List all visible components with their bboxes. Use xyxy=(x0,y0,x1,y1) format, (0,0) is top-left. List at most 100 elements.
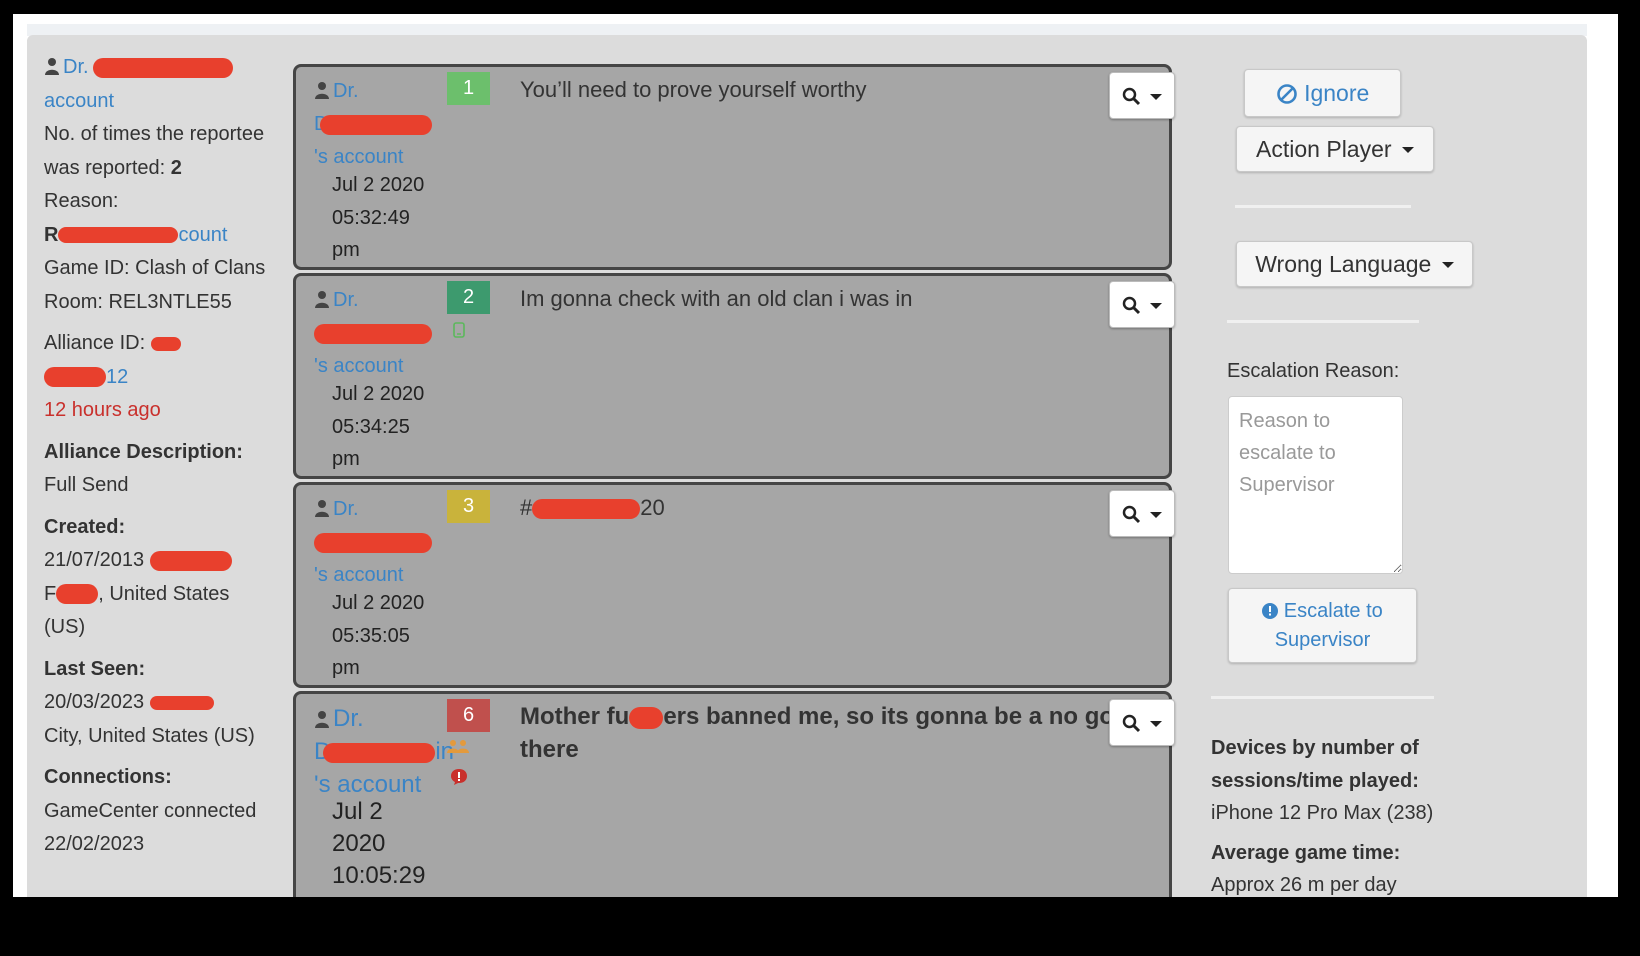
escalation-reason-input[interactable] xyxy=(1228,396,1403,574)
ignore-label: Ignore xyxy=(1304,80,1370,106)
redaction xyxy=(532,499,641,520)
reportee-info: Dr. account No. of times the reportee wa… xyxy=(44,51,274,862)
message-author[interactable]: Dr. 's account xyxy=(314,284,444,383)
message-date: Jul 2 2020 05:32:49 pm xyxy=(332,169,442,267)
frame-bottom-edge xyxy=(0,897,1640,956)
ignore-button[interactable]: Ignore xyxy=(1244,69,1401,117)
message-date: Jul 2 2020 05:34:25 pm xyxy=(332,378,442,476)
message-date-day: Jul 2 xyxy=(332,798,383,825)
chevron-down-icon xyxy=(1150,721,1162,727)
alliance-id-link[interactable]: 12 xyxy=(106,366,128,388)
created-label: Created: xyxy=(44,515,126,538)
reportee-name-prefix[interactable]: Dr. xyxy=(63,56,89,78)
mobile-device-icon xyxy=(453,322,465,338)
message-author[interactable]: Dr. 's account xyxy=(314,493,444,592)
search-icon xyxy=(1122,296,1141,315)
redaction xyxy=(323,742,436,763)
exclamation-icon xyxy=(1262,603,1279,619)
message-date: Jul 2 2020 05:35:05 pm xyxy=(332,587,442,685)
person-icon xyxy=(315,291,329,308)
message-date-day: Jul 2 2020 xyxy=(332,592,425,614)
action-player-dropdown[interactable]: Action Player xyxy=(1236,126,1434,172)
chevron-down-icon xyxy=(1401,147,1414,153)
last-seen-value: 20/03/2023 xyxy=(44,686,274,720)
inspect-dropdown-button[interactable] xyxy=(1109,699,1175,746)
avg-time-label: Average game time: xyxy=(1211,841,1401,864)
escalate-label-2: Supervisor xyxy=(1274,629,1371,651)
search-icon xyxy=(1122,87,1141,106)
divider xyxy=(1211,696,1434,699)
alliance-desc-label: Alliance Description: xyxy=(44,440,243,463)
devices-value: iPhone 12 Pro Max (238) xyxy=(1211,802,1434,824)
redaction xyxy=(44,367,106,388)
chat-message: Dr. 's account Jul 2 2020 05:34:25 pm 2 … xyxy=(293,273,1175,479)
message-text: Mother fu ers banned me, so its gonna be … xyxy=(520,700,1120,766)
redaction xyxy=(629,706,664,729)
message-date-time: 05:35:05 xyxy=(332,624,410,647)
created-location: F, United States (US) xyxy=(44,578,274,645)
escalate-label-1: Escalate to xyxy=(1283,600,1383,622)
times-reported-label: No. of times the reportee was reported: xyxy=(44,123,265,179)
person-icon xyxy=(315,82,329,99)
chevron-down-icon xyxy=(1441,262,1454,268)
author-prefix[interactable]: Dr. xyxy=(333,289,359,311)
message-author[interactable]: Dr. Du 's account xyxy=(314,75,444,174)
alliance-id-value[interactable]: 12 xyxy=(44,361,274,395)
message-number-badge: 2 xyxy=(447,281,490,314)
game-id: Game ID: Clash of Clans xyxy=(44,257,266,279)
message-text: #20 xyxy=(520,491,1120,524)
message-date-year: 2020 xyxy=(332,830,386,857)
reportee-account-link[interactable]: account xyxy=(44,85,274,119)
connections-label: Connections: xyxy=(44,766,172,788)
inspect-dropdown-button[interactable] xyxy=(1109,490,1175,537)
redaction xyxy=(58,227,179,244)
message-date-day: Jul 2 2020 xyxy=(332,383,425,405)
reason-link[interactable]: count xyxy=(178,224,227,246)
message-text-suffix: 20 xyxy=(640,495,665,520)
message-date-ampm: pm xyxy=(332,448,360,470)
message-number-badge: 1 xyxy=(447,72,490,105)
created-value: 21/07/2013 xyxy=(44,544,274,578)
message-date-time: 05:32:49 xyxy=(332,206,410,229)
reason-start: R xyxy=(44,223,59,246)
author-prefix[interactable]: Dr. xyxy=(333,705,364,732)
redaction xyxy=(149,695,214,710)
message-text: Im gonna check with an old clan i was in xyxy=(520,286,913,311)
message-text-prefix: # xyxy=(520,495,533,520)
last-seen-location: City, United States (US) xyxy=(44,724,255,747)
connections-value: GameCenter connected 22/02/2023 xyxy=(44,799,257,856)
last-seen-date: 20/03/2023 xyxy=(44,691,145,713)
times-reported-value: 2 xyxy=(170,156,182,179)
alert-icon xyxy=(451,769,467,785)
divider xyxy=(1227,320,1419,323)
search-icon xyxy=(1122,505,1141,524)
reason-value[interactable]: Rcount xyxy=(44,219,274,253)
message-number-badge: 3 xyxy=(447,490,490,523)
reason-label: Reason: xyxy=(44,190,119,212)
room-id: Room: REL3NTLE55 xyxy=(44,290,232,313)
person-icon xyxy=(45,58,59,75)
chevron-down-icon xyxy=(1150,512,1162,518)
redaction xyxy=(150,336,181,351)
language-dropdown[interactable]: Wrong Language xyxy=(1236,241,1473,287)
chevron-down-icon xyxy=(1150,94,1162,100)
inspect-dropdown-button[interactable] xyxy=(1109,72,1175,119)
chevron-down-icon xyxy=(1150,303,1162,309)
message-date-day: Jul 2 2020 xyxy=(332,174,425,196)
author-prefix[interactable]: Dr. xyxy=(333,80,359,102)
created-date: 21/07/2013 xyxy=(44,549,145,571)
redaction xyxy=(92,57,233,78)
ban-icon xyxy=(1276,84,1297,104)
escalate-button[interactable]: Escalate to Supervisor xyxy=(1228,588,1417,663)
person-icon xyxy=(315,711,329,728)
group-icon xyxy=(447,740,469,753)
author-prefix[interactable]: Dr. xyxy=(333,498,359,520)
message-author[interactable]: Dr. Din 's account xyxy=(314,702,454,801)
message-date-ampm: pm xyxy=(332,239,360,261)
reportee-name[interactable]: Dr. xyxy=(44,51,274,85)
inspect-dropdown-button[interactable] xyxy=(1109,281,1175,328)
message-number-badge: 6 xyxy=(447,699,490,732)
last-seen-label: Last Seen: xyxy=(44,657,146,680)
frame-right-edge xyxy=(1618,0,1640,956)
message-text: You’ll need to prove yourself worthy xyxy=(520,77,867,102)
